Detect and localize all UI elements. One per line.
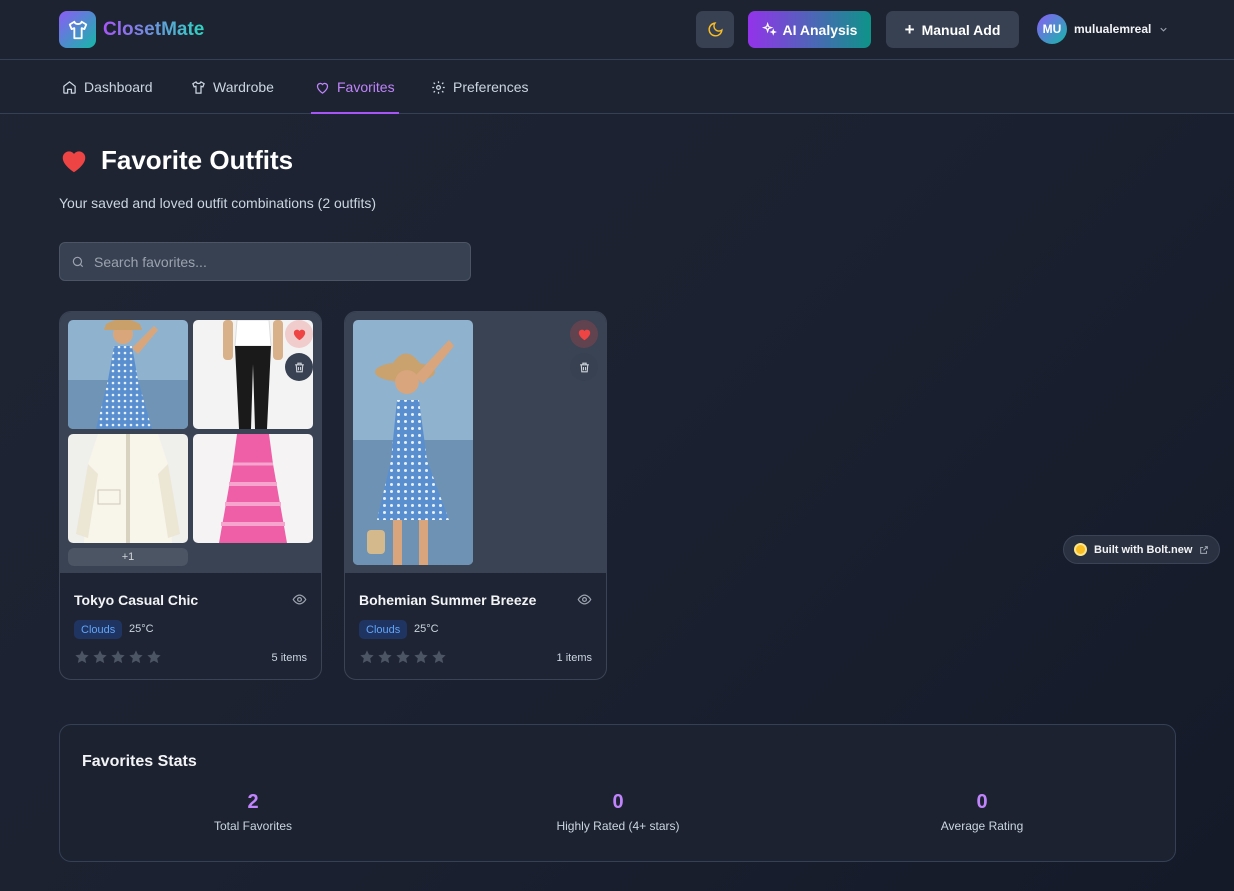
star-icon[interactable] bbox=[413, 649, 429, 665]
logo[interactable]: ClosetMate bbox=[59, 11, 204, 48]
outfit-name: Tokyo Casual Chic bbox=[74, 592, 199, 608]
avatar: MU bbox=[1037, 14, 1067, 44]
star-rating[interactable] bbox=[74, 649, 162, 665]
page-title: Favorite Outfits bbox=[59, 145, 293, 176]
temperature: 25°C bbox=[414, 623, 439, 635]
tab-dashboard[interactable]: Dashboard bbox=[62, 60, 153, 114]
search-input[interactable] bbox=[94, 253, 454, 270]
sparkles-icon bbox=[761, 22, 777, 36]
items-count: 1 items bbox=[556, 652, 592, 664]
star-icon[interactable] bbox=[146, 649, 162, 665]
outfit-preview: +1 bbox=[60, 312, 321, 573]
gear-icon bbox=[432, 80, 445, 94]
eye-icon bbox=[292, 594, 307, 605]
trash-icon bbox=[579, 362, 589, 372]
outfit-card[interactable]: +1 Tokyo Casual Chic Clouds 25°C 5 items bbox=[59, 311, 322, 680]
ai-analysis-label: AI Analysis bbox=[782, 21, 858, 38]
heart-icon bbox=[62, 150, 86, 172]
moon-icon bbox=[708, 22, 723, 37]
shirt-icon bbox=[192, 80, 205, 94]
app-name: ClosetMate bbox=[103, 18, 205, 40]
stat-value: 0 bbox=[976, 791, 988, 813]
outfit-thumbnail bbox=[68, 320, 188, 429]
favorites-stats: Favorites Stats 2 Total Favorites 0 High… bbox=[59, 724, 1176, 862]
outfit-thumbnail bbox=[193, 434, 313, 543]
tab-preferences[interactable]: Preferences bbox=[431, 60, 528, 114]
app-header: ClosetMate AI Analysis + Manual Add MU m… bbox=[0, 0, 1234, 60]
delete-button[interactable] bbox=[570, 353, 598, 381]
heart-icon bbox=[316, 82, 329, 94]
view-button[interactable] bbox=[292, 592, 307, 612]
page-title-text: Favorite Outfits bbox=[101, 145, 294, 175]
home-icon bbox=[63, 80, 76, 94]
outfit-thumbnail bbox=[353, 320, 473, 565]
tab-favorites[interactable]: Favorites bbox=[311, 60, 399, 114]
stat-total-favorites: 2 Total Favorites bbox=[133, 791, 373, 833]
external-link-icon bbox=[1200, 545, 1209, 554]
stat-average-rating: 0 Average Rating bbox=[862, 791, 1102, 833]
username: mulualemreal bbox=[1074, 22, 1152, 36]
star-icon[interactable] bbox=[359, 649, 375, 665]
plus-icon: + bbox=[904, 20, 915, 39]
shirt-icon bbox=[59, 11, 96, 48]
stat-value: 2 bbox=[247, 791, 259, 813]
outfit-name: Bohemian Summer Breeze bbox=[359, 592, 537, 608]
more-items-badge: +1 bbox=[68, 548, 188, 566]
eye-icon bbox=[577, 594, 592, 605]
main-nav: Dashboard Wardrobe Favorites Preferences bbox=[0, 60, 1234, 114]
outfit-card[interactable]: Bohemian Summer Breeze Clouds 25°C 1 ite… bbox=[344, 311, 607, 680]
weather-badge: Clouds bbox=[74, 620, 123, 639]
tab-wardrobe[interactable]: Wardrobe bbox=[191, 60, 274, 114]
stats-title: Favorites Stats bbox=[82, 753, 197, 770]
star-icon[interactable] bbox=[92, 649, 108, 665]
star-icon[interactable] bbox=[431, 649, 447, 665]
search-box bbox=[59, 242, 471, 281]
favorite-button[interactable] bbox=[285, 320, 313, 348]
bolt-icon bbox=[1074, 543, 1087, 556]
stat-label: Average Rating bbox=[940, 819, 1024, 833]
items-count: 5 items bbox=[271, 652, 307, 664]
bolt-badge[interactable]: Built with Bolt.new bbox=[1063, 535, 1220, 564]
star-icon[interactable] bbox=[110, 649, 126, 665]
manual-add-label: Manual Add bbox=[921, 21, 1001, 38]
weather-badge: Clouds bbox=[359, 620, 408, 639]
heart-icon bbox=[578, 329, 590, 340]
bolt-badge-label: Built with Bolt.new bbox=[1094, 543, 1193, 556]
stat-label: Highly Rated (4+ stars) bbox=[556, 819, 680, 833]
ai-analysis-button[interactable]: AI Analysis bbox=[748, 11, 871, 48]
delete-button[interactable] bbox=[285, 353, 313, 381]
outfit-thumbnail bbox=[68, 434, 188, 543]
star-rating[interactable] bbox=[359, 649, 447, 665]
tab-favorites-label: Favorites bbox=[337, 79, 395, 95]
tab-dashboard-label: Dashboard bbox=[84, 79, 153, 95]
page-subtitle: Your saved and loved outfit combinations… bbox=[59, 195, 377, 211]
star-icon[interactable] bbox=[74, 649, 90, 665]
trash-icon bbox=[294, 362, 304, 372]
chevron-down-icon bbox=[1160, 27, 1168, 32]
stat-label: Total Favorites bbox=[213, 819, 293, 833]
temperature: 25°C bbox=[129, 623, 154, 635]
star-icon[interactable] bbox=[395, 649, 411, 665]
tab-wardrobe-label: Wardrobe bbox=[213, 79, 274, 95]
star-icon[interactable] bbox=[377, 649, 393, 665]
heart-icon bbox=[293, 329, 305, 340]
manual-add-button[interactable]: + Manual Add bbox=[886, 11, 1019, 48]
stat-value: 0 bbox=[612, 791, 624, 813]
stat-highly-rated: 0 Highly Rated (4+ stars) bbox=[498, 791, 738, 833]
tab-preferences-label: Preferences bbox=[453, 79, 529, 95]
user-menu[interactable]: MU mulualemreal bbox=[1037, 14, 1169, 44]
star-icon[interactable] bbox=[128, 649, 144, 665]
favorite-button[interactable] bbox=[570, 320, 598, 348]
theme-toggle-button[interactable] bbox=[696, 11, 734, 48]
outfit-preview bbox=[345, 312, 606, 573]
search-icon bbox=[72, 256, 84, 267]
view-button[interactable] bbox=[577, 592, 592, 612]
